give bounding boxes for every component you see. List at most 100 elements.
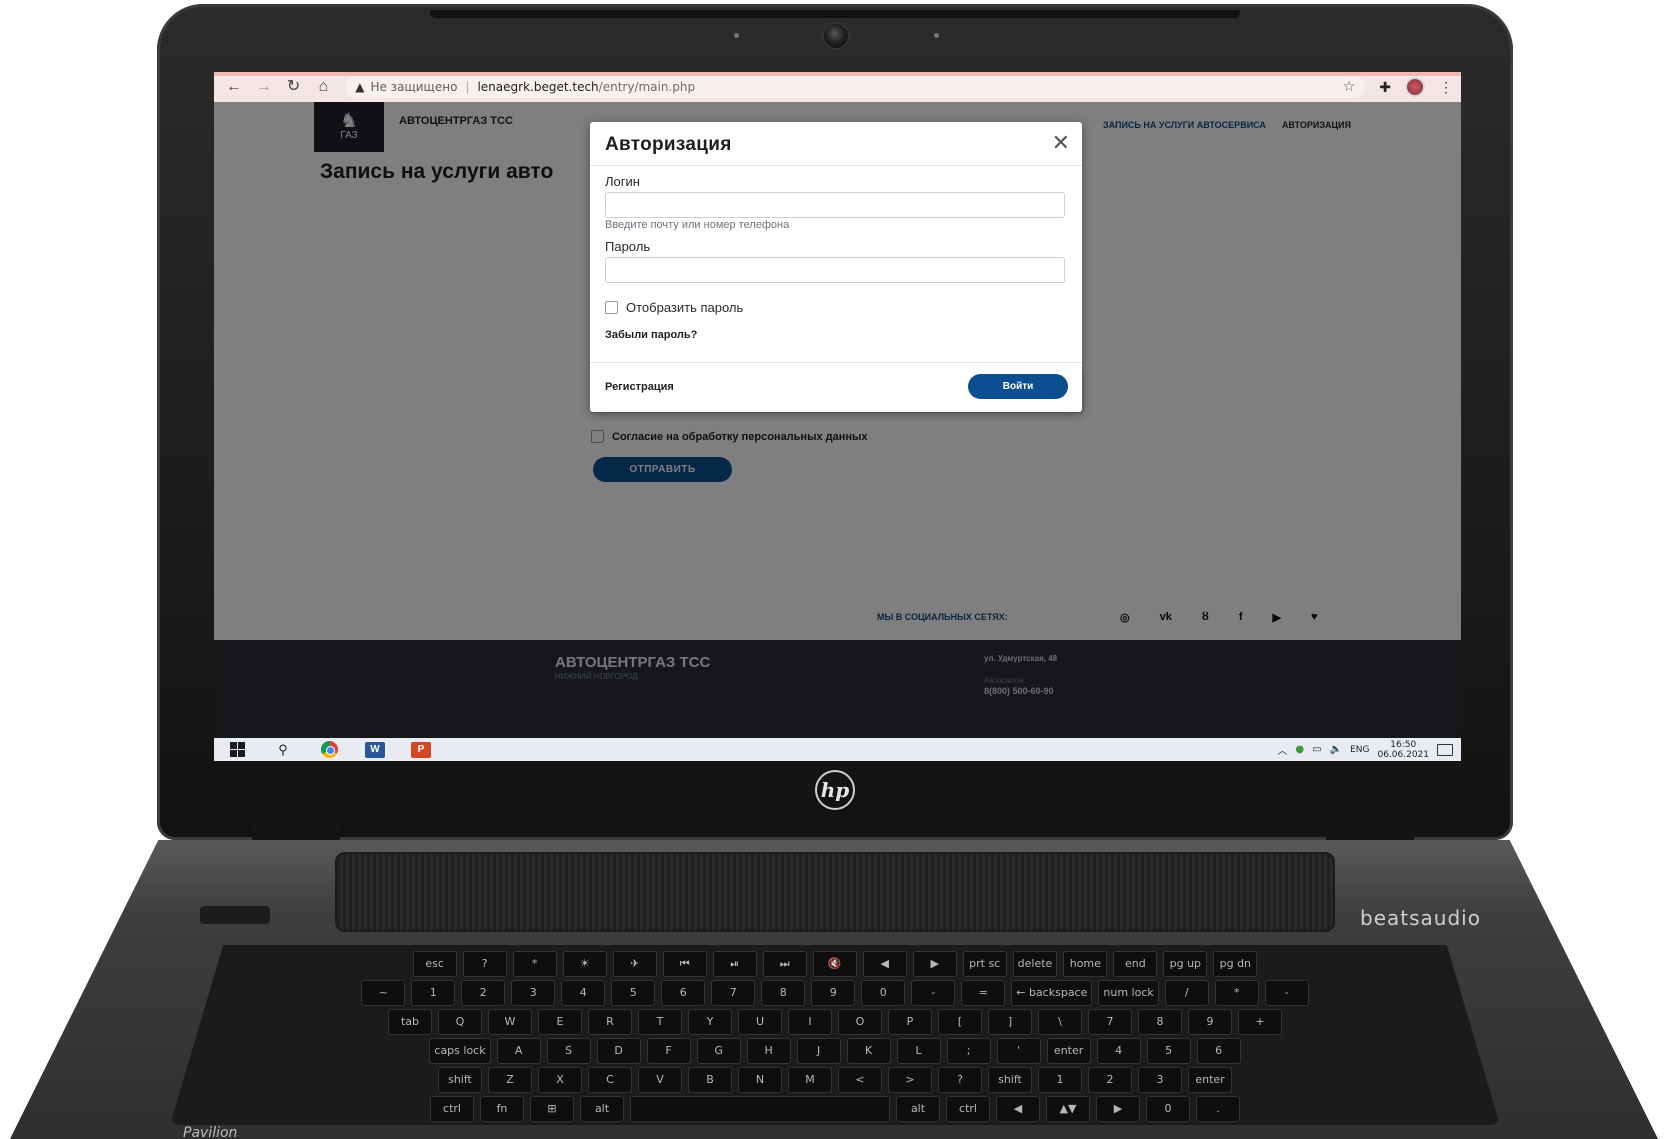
keyboard-key: home xyxy=(1063,951,1108,977)
start-icon[interactable] xyxy=(214,738,260,761)
keyboard-key: 5 xyxy=(1146,1038,1191,1064)
volume-icon[interactable]: 🔈 xyxy=(1330,744,1342,755)
keyboard-key: 4 xyxy=(561,980,606,1006)
keyboard-key: 3 xyxy=(511,980,556,1006)
keyboard-key: O xyxy=(838,1009,882,1035)
keyboard-key: 7 xyxy=(1088,1009,1132,1035)
keyboard-key: ctrl xyxy=(430,1096,474,1122)
keyboard-key: ; xyxy=(946,1038,991,1064)
profile-avatar[interactable] xyxy=(1404,77,1425,97)
clock[interactable]: 16:50 06.06.2021 xyxy=(1377,740,1429,760)
browser-toolbar: ← → ↻ ⌂ ▲ Не защищено | lenaegrk.beget.t… xyxy=(214,72,1461,102)
keyboard-key: shift xyxy=(988,1067,1032,1093)
extensions-icon[interactable]: ✚ xyxy=(1379,79,1391,96)
keyboard-key: L xyxy=(896,1038,941,1064)
keyboard-key: R xyxy=(588,1009,632,1035)
show-password-row[interactable]: Отобразить пароль xyxy=(605,300,743,315)
modal-header: Авторизация ✕ xyxy=(590,122,1082,166)
close-icon[interactable]: ✕ xyxy=(1052,130,1070,156)
login-input[interactable] xyxy=(605,192,1065,218)
keyboard-key: X xyxy=(538,1067,582,1093)
keyboard-key: 7 xyxy=(711,980,756,1006)
keyboard-key: J xyxy=(796,1038,841,1064)
keyboard-key: ] xyxy=(988,1009,1032,1035)
network-icon[interactable]: ▭ xyxy=(1312,744,1321,755)
chevron-up-icon[interactable]: ︿ xyxy=(1277,742,1287,757)
keyboard-key: S xyxy=(546,1038,591,1064)
keyboard-key: ~ xyxy=(361,980,406,1006)
notification-icon[interactable] xyxy=(1437,743,1453,756)
keyboard-key: ▶ xyxy=(912,951,957,977)
keyboard-key: P xyxy=(888,1009,932,1035)
keyboard-key: T xyxy=(638,1009,682,1035)
keyboard-key: ◀ xyxy=(996,1096,1040,1122)
keyboard-key: ? xyxy=(462,951,507,977)
register-link[interactable]: Регистрация xyxy=(605,381,674,393)
keyboard-key: num lock xyxy=(1098,980,1159,1006)
keyboard-row: shift Z X C V B N M < >? shift 1 2 3 enter xyxy=(170,1067,1500,1093)
language-indicator[interactable]: ENG xyxy=(1350,745,1369,755)
keyboard-key: 6 xyxy=(661,980,706,1006)
address-bar[interactable]: ▲ Не защищено | lenaegrk.beget.tech/entr… xyxy=(345,76,1366,98)
webcam xyxy=(822,22,850,50)
keyboard-key: ◀ xyxy=(862,951,907,977)
forgot-password-link[interactable]: Забыли пароль? xyxy=(605,329,697,341)
keyboard-key: + xyxy=(1238,1009,1282,1035)
keyboard-key: tab xyxy=(388,1009,432,1035)
keyboard-key: 2 xyxy=(461,980,506,1006)
chrome-icon[interactable] xyxy=(306,738,352,761)
login-button[interactable]: Войти xyxy=(968,374,1068,399)
keyboard-key: 9 xyxy=(811,980,856,1006)
powerpoint-icon[interactable]: P xyxy=(398,738,444,761)
keyboard-key: M xyxy=(788,1067,832,1093)
show-password-checkbox[interactable] xyxy=(605,301,618,314)
back-icon[interactable]: ← xyxy=(222,75,246,99)
word-icon[interactable]: W xyxy=(352,738,398,761)
keyboard-key: Y xyxy=(688,1009,732,1035)
keyboard-key: prt sc xyxy=(962,951,1007,977)
keyboard-key: enter xyxy=(1046,1038,1091,1064)
keyboard-key: 2 xyxy=(1088,1067,1132,1093)
menu-icon[interactable]: ⋮ xyxy=(1439,79,1453,96)
login-hint: Введите почту или номер телефона xyxy=(605,219,790,231)
search-icon[interactable]: ⚲ xyxy=(260,738,306,761)
keyboard-key: C xyxy=(588,1067,632,1093)
modal-title: Авторизация xyxy=(605,134,732,155)
keyboard-key: Z xyxy=(488,1067,532,1093)
keyboard-key: G xyxy=(696,1038,741,1064)
reload-icon[interactable]: ↻ xyxy=(282,75,306,99)
keyboard-key: U xyxy=(738,1009,782,1035)
keyboard-key: 1 xyxy=(1038,1067,1082,1093)
password-input[interactable] xyxy=(605,257,1065,283)
keyboard-key: A xyxy=(496,1038,541,1064)
keyboard-key: delete xyxy=(1012,951,1058,977)
keyboard-key: H xyxy=(746,1038,791,1064)
not-secure-label[interactable]: Не защищено xyxy=(370,80,457,94)
keyboard-key: 6 xyxy=(1196,1038,1241,1064)
keyboard-key: ⏯ xyxy=(712,951,757,977)
keyboard-key: 0 xyxy=(861,980,906,1006)
bookmark-star-icon[interactable]: ☆ xyxy=(1343,79,1356,95)
keyboard-key: / xyxy=(1164,980,1209,1006)
keyboard-key: < xyxy=(838,1067,882,1093)
home-icon[interactable]: ⌂ xyxy=(311,75,335,99)
app-tray-icon[interactable]: ● xyxy=(1295,744,1304,755)
system-tray: ︿ ● ▭ 🔈 ENG 16:50 06.06.2021 xyxy=(1277,740,1461,760)
keyboard-row: caps lock A S D F G H J K L; ' enter 4 5 6 xyxy=(170,1038,1500,1064)
keyboard-key: ▶ xyxy=(1096,1096,1140,1122)
beats-audio-label: beatsaudio xyxy=(1360,906,1481,930)
keyboard-key: ☀ xyxy=(562,951,607,977)
keyboard-key: 0 xyxy=(1146,1096,1190,1122)
clock-time: 16:50 xyxy=(1390,739,1417,750)
windows-taskbar: ⚲ W P ︿ ● ▭ 🔈 ENG 16:50 06.06.2021 xyxy=(214,738,1461,761)
login-modal: Авторизация ✕ Логин Введите почту или но… xyxy=(590,122,1082,412)
url-host: lenaegrk.beget.tech xyxy=(477,80,599,94)
keyboard-row: ctrl fn ⊞ alt alt ctrl ◀ ▲▼ ▶ 0. xyxy=(170,1096,1500,1122)
forward-icon[interactable]: → xyxy=(252,75,276,99)
tab-strip xyxy=(214,72,1461,76)
warning-icon: ▲ xyxy=(355,80,365,94)
keyboard-key: ✈ xyxy=(612,951,657,977)
show-password-label: Отобразить пароль xyxy=(626,300,744,315)
keyboard-key: Q xyxy=(438,1009,482,1035)
keyboard-key: \ xyxy=(1038,1009,1082,1035)
